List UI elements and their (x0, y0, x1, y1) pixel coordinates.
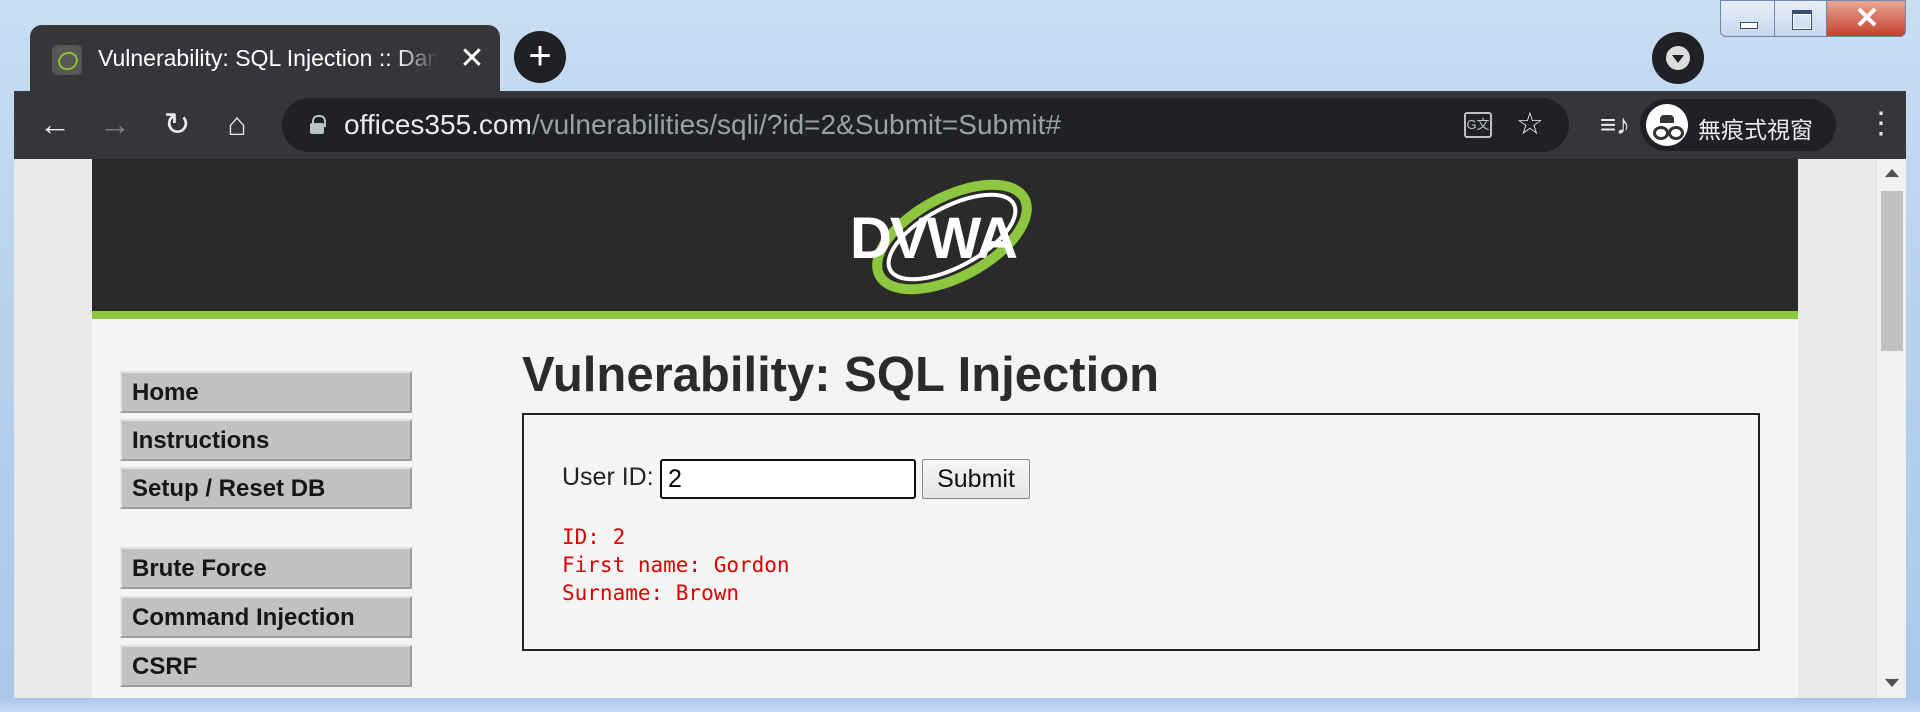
dvwa-page: DVWA Home Instructions Setup / Reset DB … (92, 159, 1798, 698)
url-path: /vulnerabilities/sqli/?id=2&Submit=Submi… (531, 109, 1061, 140)
dvwa-favicon-icon (52, 45, 82, 75)
sidebar-item-brute-force[interactable]: Brute Force (120, 547, 412, 589)
translate-icon[interactable]: G文 (1464, 112, 1492, 138)
tab-active[interactable]: Vulnerability: SQL Injection :: Damn Vul… (30, 25, 500, 91)
result-surname-line: Surname: Brown (562, 581, 740, 605)
lock-icon[interactable] (310, 115, 326, 134)
new-tab-button[interactable]: + (514, 31, 566, 83)
sqli-form-box: User ID: Submit ID: 2 First name: Gordon S… (522, 413, 1760, 651)
tab-title: Vulnerability: SQL Injection :: Damn Vul… (98, 45, 438, 71)
bookmark-star-icon[interactable]: ☆ (1516, 106, 1544, 142)
home-button[interactable]: ⌂ (212, 100, 262, 150)
minimize-button[interactable] (1720, 0, 1775, 37)
dvwa-logo: DVWA (840, 179, 1046, 297)
page-title: Vulnerability: SQL Injection (522, 348, 1160, 402)
incognito-icon (1646, 104, 1688, 146)
sidebar-item-instructions[interactable]: Instructions (120, 419, 412, 461)
query-result: ID: 2 First name: Gordon Surname: Brown (562, 523, 790, 607)
dvwa-header: DVWA (92, 159, 1798, 319)
browser-window: Vulnerability: SQL Injection :: Damn Vul… (0, 0, 1920, 712)
result-id-line: ID: 2 (562, 525, 626, 549)
tab-strip: Vulnerability: SQL Injection :: Damn Vul… (14, 0, 1906, 91)
tab-close-icon[interactable]: ✕ (455, 42, 489, 76)
scroll-down-arrow-icon[interactable] (1885, 679, 1899, 687)
maximize-button[interactable] (1774, 0, 1827, 37)
result-first-name-line: First name: Gordon (562, 553, 790, 577)
window-bottom-border (0, 698, 1920, 712)
tab-search-dropdown-icon[interactable] (1652, 32, 1704, 84)
browser-menu-icon[interactable]: ⋮ (1866, 100, 1896, 150)
media-control-icon[interactable]: ≡♪ (1590, 100, 1640, 150)
incognito-label: 無痕式視窗 (1698, 117, 1813, 143)
back-button[interactable]: ← (30, 100, 80, 150)
url-text[interactable]: offices355.com/vulnerabilities/sqli/?id=… (344, 109, 1061, 141)
sidebar-item-setup-reset-db[interactable]: Setup / Reset DB (120, 467, 412, 509)
close-window-button[interactable]: ✕ (1826, 0, 1906, 37)
scrollbar-thumb[interactable] (1881, 191, 1903, 351)
incognito-indicator[interactable]: 無痕式視窗 (1640, 99, 1836, 151)
sidebar-item-command-injection[interactable]: Command Injection (120, 596, 412, 638)
sidebar-item-home[interactable]: Home (120, 371, 412, 413)
user-id-input[interactable] (660, 459, 916, 499)
window-controls: ✕ (1720, 0, 1906, 37)
address-bar[interactable]: offices355.com/vulnerabilities/sqli/?id=… (282, 98, 1569, 152)
reload-button[interactable]: ↻ (152, 100, 202, 150)
scroll-up-arrow-icon[interactable] (1885, 169, 1899, 177)
url-host: offices355.com (344, 109, 532, 140)
page-scrollbar[interactable] (1876, 159, 1906, 698)
sidebar-item-csrf[interactable]: CSRF (120, 645, 412, 687)
logo-text: DVWA (850, 206, 1018, 271)
close-icon: ✕ (1854, 2, 1880, 35)
user-id-label: User ID: (562, 463, 654, 491)
forward-button[interactable]: → (90, 100, 140, 150)
browser-toolbar: ← → ↻ ⌂ offices355.com/vulnerabilities/s… (14, 91, 1906, 159)
page-viewport: DVWA Home Instructions Setup / Reset DB … (14, 159, 1890, 698)
submit-button[interactable]: Submit (922, 459, 1030, 499)
